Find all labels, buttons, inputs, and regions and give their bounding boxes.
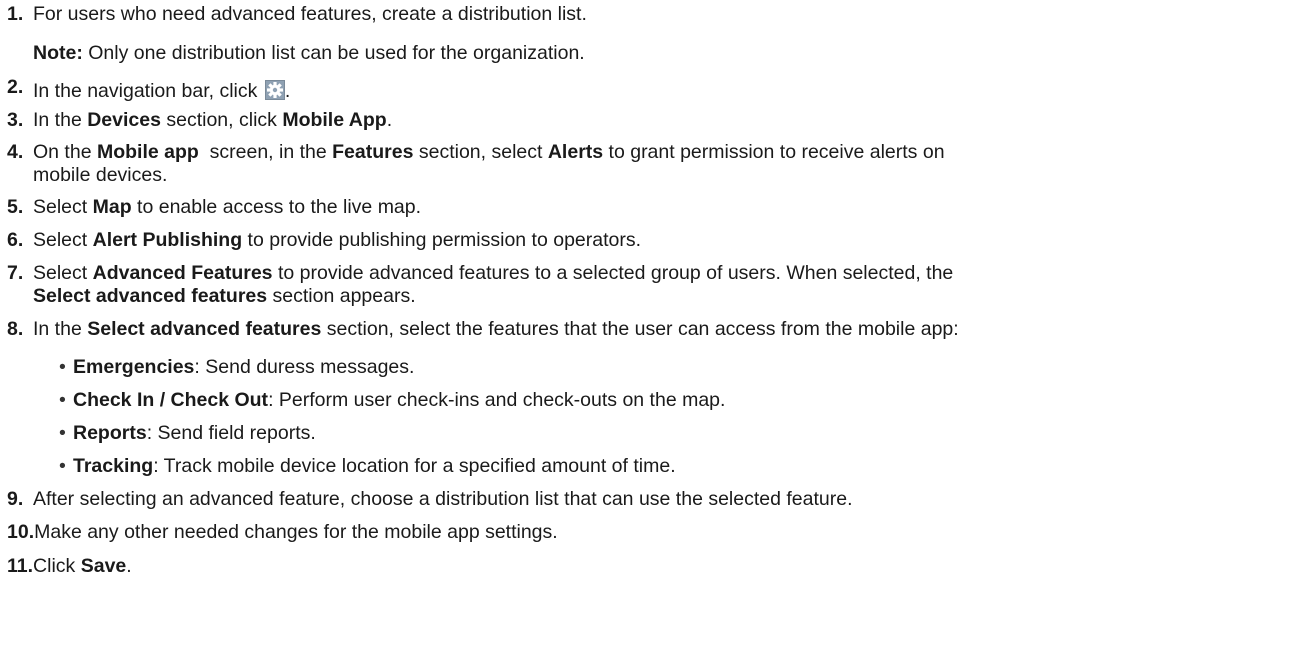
step-9: 9. After selecting an advanced feature, c…: [7, 488, 853, 510]
step-text: .: [386, 109, 393, 131]
step-number: 4.: [7, 141, 24, 163]
step-5: 5. Select Map to enable access to the liv…: [7, 196, 421, 218]
step-bold: Alerts: [547, 141, 604, 163]
step-text: section, select the features that the us…: [321, 318, 959, 340]
step-text: Click: [33, 555, 81, 577]
step-1: 1. For users who need advanced features, …: [7, 3, 587, 25]
step-text: Make any other needed changes for the mo…: [34, 521, 558, 543]
step-number: 2.: [7, 76, 24, 98]
step-8: 8. In the Select advanced features sectio…: [7, 318, 959, 340]
step-bold: Select advanced features: [33, 285, 268, 307]
procedure-document: 1. For users who need advanced features, …: [0, 0, 1305, 663]
bullet-dot: •: [59, 455, 66, 477]
step-2: 2. In the navigation bar, click .: [7, 76, 290, 102]
step-text: Select: [33, 262, 93, 284]
step-bold: Map: [92, 196, 132, 218]
step-text: to grant permission to receive alerts on: [603, 141, 945, 163]
step-text: On the: [33, 141, 97, 163]
step-number: 8.: [7, 318, 24, 340]
step-4-continuation: mobile devices.: [33, 164, 167, 186]
bullet-text: : Track mobile device location for a spe…: [153, 455, 676, 477]
step-number: 11.: [7, 555, 34, 577]
step-bold: Advanced Features: [92, 262, 273, 284]
bullet-text: : Send duress messages.: [194, 356, 415, 378]
step-number: 1.: [7, 3, 24, 25]
step-text: section, click: [160, 109, 283, 131]
step-bold: Alert Publishing: [92, 229, 243, 251]
step-10: 10.Make any other needed changes for the…: [7, 521, 558, 543]
step-text: to enable access to the live map.: [131, 196, 422, 218]
step-7: 7. Select Advanced Features to provide ad…: [7, 262, 953, 284]
bullet-text: : Perform user check-ins and check-outs …: [268, 389, 726, 411]
bullet-text: : Send field reports.: [146, 422, 316, 444]
step-6: 6. Select Alert Publishing to provide pub…: [7, 229, 641, 251]
step-text-end: .: [284, 80, 291, 102]
step-text: to provide advanced features to a select…: [272, 262, 954, 284]
bullet-dot: •: [59, 356, 66, 378]
step-text: .: [126, 555, 132, 577]
step-text: Select: [33, 229, 93, 251]
step-number: 7.: [7, 262, 24, 284]
step-bold: Mobile App: [282, 109, 387, 131]
step-text: to provide publishing permission to oper…: [242, 229, 642, 251]
step-number: 10.: [7, 521, 35, 543]
bullet-bold: Reports: [73, 422, 147, 444]
step-text: mobile devices.: [33, 164, 168, 186]
step-number: 3.: [7, 109, 24, 131]
bullet-bold: Emergencies: [73, 356, 195, 378]
step-text: In the: [33, 318, 88, 340]
step-bold: Features: [332, 141, 414, 163]
step-text: section, select: [413, 141, 548, 163]
step-text: In the navigation bar, click: [33, 80, 263, 102]
step-text: screen, in the: [198, 141, 333, 163]
step-text: Select: [33, 196, 93, 218]
step-7-continuation: Select advanced features section appears…: [33, 285, 416, 307]
note: Note: Only one distribution list can be …: [33, 42, 585, 64]
step-text: In the: [33, 109, 88, 131]
bullet-item: • Emergencies: Send duress messages.: [59, 356, 415, 378]
step-number: 9.: [7, 488, 24, 510]
step-text: For users who need advanced features, cr…: [33, 3, 587, 25]
step-3: 3. In the Devices section, click Mobile A…: [7, 109, 392, 131]
note-label: Note:: [33, 42, 83, 64]
bullet-bold: Tracking: [73, 455, 154, 477]
step-bold: Select advanced features: [87, 318, 322, 340]
step-bold: Devices: [87, 109, 161, 131]
bullet-dot: •: [59, 422, 66, 444]
step-number: 5.: [7, 196, 24, 218]
bullet-item: • Tracking: Track mobile device location …: [59, 455, 676, 477]
step-bold: Save: [80, 555, 127, 577]
bullet-bold: Check In / Check Out: [73, 389, 269, 411]
gear-icon: [264, 80, 285, 100]
step-text: section appears.: [267, 285, 416, 307]
step-11: 11.Click Save.: [7, 555, 132, 577]
step-4: 4. On the Mobile app screen, in the Featu…: [7, 141, 945, 163]
bullet-dot: •: [59, 389, 66, 411]
step-text: After selecting an advanced feature, cho…: [33, 488, 853, 510]
step-bold: Mobile app: [96, 141, 199, 163]
note-text: Only one distribution list can be used f…: [82, 42, 585, 64]
bullet-item: • Reports: Send field reports.: [59, 422, 316, 444]
bullet-item: • Check In / Check Out: Perform user chec…: [59, 389, 726, 411]
step-number: 6.: [7, 229, 24, 251]
